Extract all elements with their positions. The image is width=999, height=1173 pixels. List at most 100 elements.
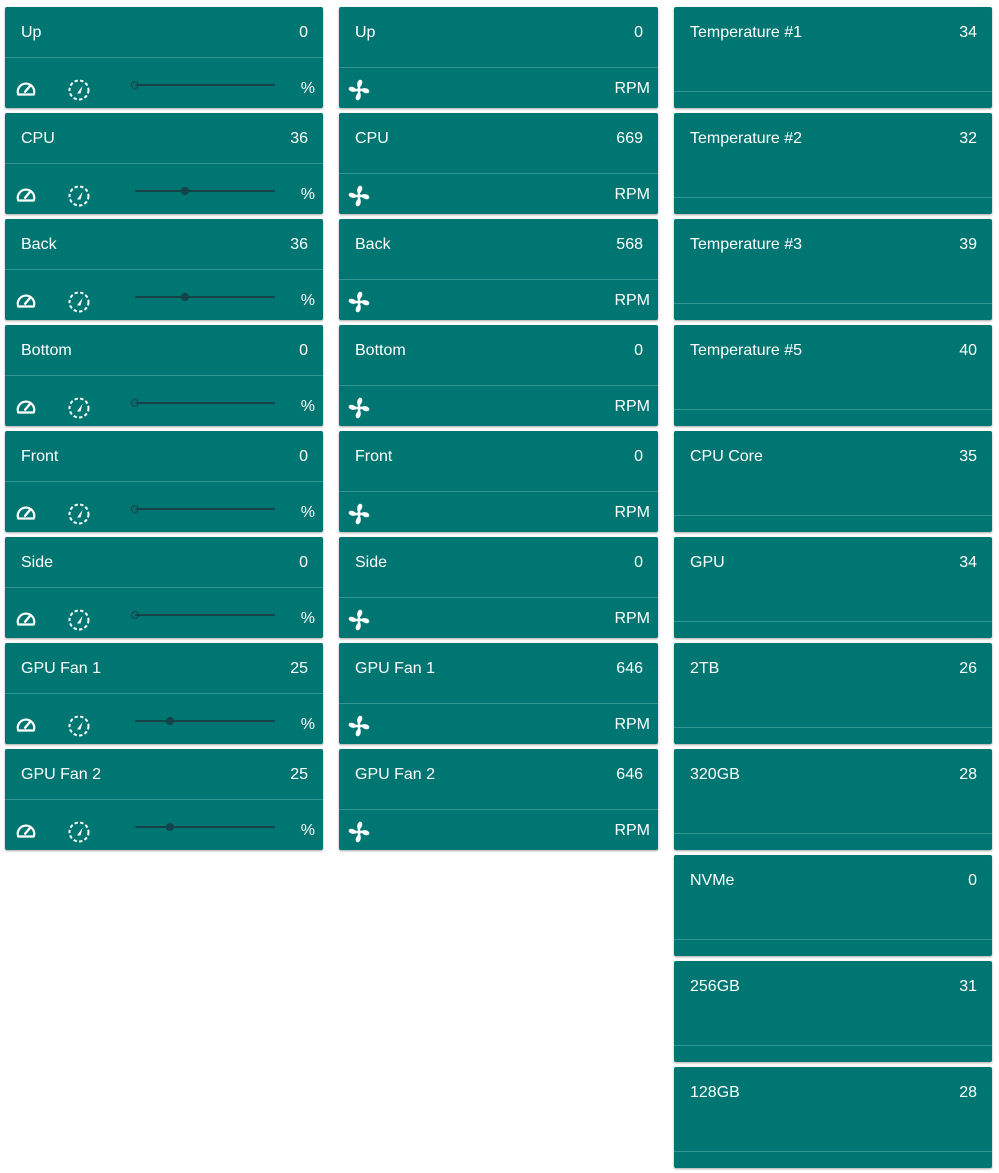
fan-speed-card-side: Side 0 RPM — [339, 537, 658, 638]
sensor-value: 34 — [959, 554, 977, 571]
speed-slider[interactable] — [131, 80, 275, 90]
card-divider — [339, 67, 658, 68]
slider-thumb[interactable] — [181, 293, 190, 301]
speedometer-icon[interactable] — [15, 184, 37, 206]
speed-slider[interactable] — [135, 822, 275, 832]
auto-mode-icon[interactable] — [67, 290, 91, 314]
speed-slider[interactable] — [135, 292, 275, 302]
speedometer-icon[interactable] — [15, 714, 37, 736]
fan-speed-card-bottom: Bottom 0 RPM — [339, 325, 658, 426]
temperature-card-2tb: 2TB 26 — [674, 643, 992, 744]
fan-control-card-gpu-fan-2: GPU Fan 2 25% — [5, 749, 323, 850]
unit-label: RPM — [614, 80, 650, 97]
card-divider — [5, 693, 323, 694]
sensor-name: Temperature #2 — [690, 130, 803, 147]
fan-speed-column: Up 0 RPM CPU 669 RPM Back 568 RPM Bottom 0 RPM Front… — [339, 7, 658, 855]
card-divider — [5, 375, 323, 376]
slider-thumb[interactable] — [131, 81, 139, 89]
sensor-name: 320GB — [690, 766, 740, 783]
control-value: 0 — [299, 554, 308, 571]
control-value: 36 — [290, 130, 308, 147]
fan-name: Side — [355, 554, 388, 571]
control-name: Back — [21, 236, 57, 253]
temperature-card-128gb: 128GB 28 — [674, 1067, 992, 1168]
card-divider — [5, 57, 323, 58]
fan-rpm-value: 0 — [634, 24, 643, 41]
control-name: CPU — [21, 130, 55, 147]
sensor-name: Temperature #3 — [690, 236, 803, 253]
speedometer-icon[interactable] — [15, 820, 37, 842]
fan-rpm-value: 0 — [634, 448, 643, 465]
card-divider — [674, 1045, 992, 1046]
speedometer-icon[interactable] — [15, 502, 37, 524]
fan-rpm-value: 646 — [616, 660, 643, 677]
fan-icon — [347, 184, 371, 208]
sensor-name: GPU — [690, 554, 725, 571]
slider-thumb[interactable] — [131, 611, 139, 619]
auto-mode-icon[interactable] — [67, 608, 91, 632]
slider-track — [135, 84, 275, 86]
card-divider — [339, 809, 658, 810]
sensor-value: 32 — [959, 130, 977, 147]
fan-rpm-value: 669 — [616, 130, 643, 147]
temperature-card-temperature-5: Temperature #5 40 — [674, 325, 992, 426]
slider-track — [135, 720, 275, 722]
sensor-name: 128GB — [690, 1084, 740, 1101]
unit-label: RPM — [614, 716, 650, 733]
unit-label: % — [300, 186, 315, 203]
sensor-value: 35 — [959, 448, 977, 465]
auto-mode-icon[interactable] — [67, 78, 91, 102]
fan-rpm-value: 0 — [634, 554, 643, 571]
control-value: 0 — [299, 342, 308, 359]
slider-thumb[interactable] — [166, 717, 174, 725]
temperature-card-temperature-3: Temperature #3 39 — [674, 219, 992, 320]
unit-label: % — [300, 822, 315, 839]
fan-rpm-value: 646 — [616, 766, 643, 783]
slider-thumb[interactable] — [131, 399, 139, 407]
control-name: Up — [21, 24, 42, 41]
slider-thumb[interactable] — [166, 823, 174, 831]
auto-mode-icon[interactable] — [67, 714, 91, 738]
auto-mode-icon[interactable] — [67, 502, 91, 526]
fan-control-card-up: Up 0% — [5, 7, 323, 108]
speed-slider[interactable] — [131, 504, 275, 514]
unit-label: % — [300, 504, 315, 521]
sensor-name: 256GB — [690, 978, 740, 995]
card-divider — [5, 163, 323, 164]
fan-speed-card-gpu-fan-2: GPU Fan 2 646 RPM — [339, 749, 658, 850]
speedometer-icon[interactable] — [15, 396, 37, 418]
speedometer-icon[interactable] — [15, 78, 37, 100]
control-value: 25 — [290, 660, 308, 677]
fan-control-card-cpu: CPU 36% — [5, 113, 323, 214]
slider-thumb[interactable] — [181, 187, 190, 195]
slider-track — [135, 402, 275, 404]
fan-speed-card-cpu: CPU 669 RPM — [339, 113, 658, 214]
card-divider — [339, 491, 658, 492]
temperature-column: Temperature #1 34 Temperature #2 32 Temperat… — [674, 7, 992, 1173]
auto-mode-icon[interactable] — [67, 396, 91, 420]
fan-name: GPU Fan 1 — [355, 660, 436, 677]
unit-label: RPM — [614, 292, 650, 309]
fan-rpm-value: 568 — [616, 236, 643, 253]
slider-thumb[interactable] — [131, 505, 139, 513]
fan-speed-card-up: Up 0 RPM — [339, 7, 658, 108]
temperature-card-320gb: 320GB 28 — [674, 749, 992, 850]
speed-slider[interactable] — [131, 610, 275, 620]
control-name: Front — [21, 448, 59, 465]
speed-slider[interactable] — [135, 186, 275, 196]
speed-slider[interactable] — [135, 716, 275, 726]
speed-slider[interactable] — [131, 398, 275, 408]
fan-name: Bottom — [355, 342, 406, 359]
speedometer-icon[interactable] — [15, 608, 37, 630]
auto-mode-icon[interactable] — [67, 820, 91, 844]
card-divider — [5, 481, 323, 482]
auto-mode-icon[interactable] — [67, 184, 91, 208]
control-name: Side — [21, 554, 54, 571]
unit-label: % — [300, 292, 315, 309]
slider-track — [135, 296, 275, 298]
fan-name: Up — [355, 24, 376, 41]
card-divider — [674, 833, 992, 834]
speedometer-icon[interactable] — [15, 290, 37, 312]
card-divider — [5, 587, 323, 588]
fan-icon — [347, 396, 371, 420]
